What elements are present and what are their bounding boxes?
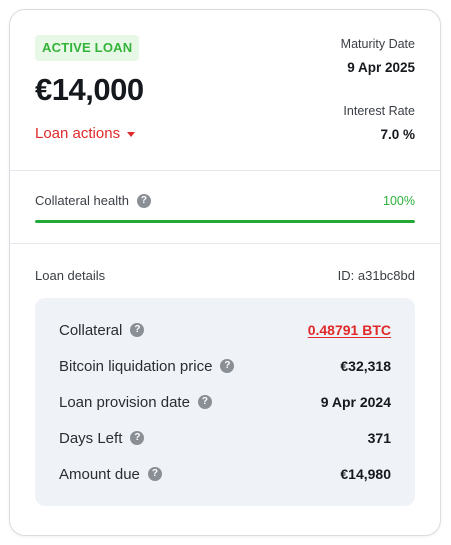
detail-label: Days Left ?	[59, 429, 145, 447]
detail-row-amount-due: Amount due ? €14,980	[59, 464, 391, 484]
detail-row-days-left: Days Left ? 371	[59, 428, 391, 448]
detail-label-text: Amount due	[59, 465, 140, 483]
maturity-date-value: 9 Apr 2025	[347, 60, 415, 75]
maturity-date-label: Maturity Date	[340, 37, 415, 51]
detail-label: Collateral ?	[59, 321, 145, 339]
collateral-btc-link[interactable]: 0.48791 BTC	[308, 322, 391, 338]
detail-row-liquidation-price: Bitcoin liquidation price ? €32,318	[59, 356, 391, 376]
collateral-health-label: Collateral health ?	[35, 193, 151, 208]
loan-card: ACTIVE LOAN €14,000 Loan actions Maturit…	[9, 9, 441, 536]
detail-label-text: Collateral	[59, 321, 123, 339]
collateral-health-percent: 100%	[383, 194, 415, 208]
detail-value: €14,980	[340, 466, 391, 482]
loan-actions-label: Loan actions	[35, 125, 121, 142]
detail-label-text: Days Left	[59, 429, 123, 447]
detail-label: Loan provision date ?	[59, 394, 212, 411]
detail-label-text: Loan provision date	[59, 393, 190, 411]
question-circle-icon[interactable]: ?	[130, 323, 145, 337]
caret-down-icon	[127, 131, 136, 137]
question-circle-icon[interactable]: ?	[220, 359, 235, 373]
question-circle-icon[interactable]: ?	[197, 395, 212, 409]
divider	[10, 243, 440, 244]
loan-actions-button[interactable]: Loan actions	[35, 125, 136, 142]
question-circle-icon[interactable]: ?	[147, 467, 162, 481]
detail-value: 9 Apr 2024	[320, 394, 391, 410]
collateral-health-fill	[35, 220, 415, 223]
detail-value: €32,318	[340, 358, 391, 374]
collateral-health-bar	[35, 220, 415, 223]
interest-rate-value: 7.0 %	[380, 127, 415, 142]
detail-label: Bitcoin liquidation price ?	[59, 357, 235, 375]
loan-details-panel: Collateral ? 0.48791 BTC Bitcoin liquida…	[35, 298, 415, 506]
collateral-health-text: Collateral health	[35, 193, 129, 208]
question-circle-icon[interactable]: ?	[136, 193, 151, 208]
detail-row-provision-date: Loan provision date ? 9 Apr 2024	[59, 392, 391, 412]
loan-amount: €14,000	[35, 72, 144, 107]
detail-label-text: Bitcoin liquidation price	[59, 357, 213, 375]
detail-value: 371	[367, 430, 391, 446]
loan-id: ID: a31bc8bd	[337, 268, 415, 283]
detail-row-collateral: Collateral ? 0.48791 BTC	[59, 320, 391, 340]
status-badge: ACTIVE LOAN	[35, 35, 140, 61]
divider	[10, 170, 440, 171]
interest-rate-label: Interest Rate	[343, 104, 415, 118]
loan-details-label: Loan details	[35, 268, 106, 283]
question-circle-icon[interactable]: ?	[130, 431, 145, 445]
detail-label: Amount due ?	[59, 466, 162, 483]
